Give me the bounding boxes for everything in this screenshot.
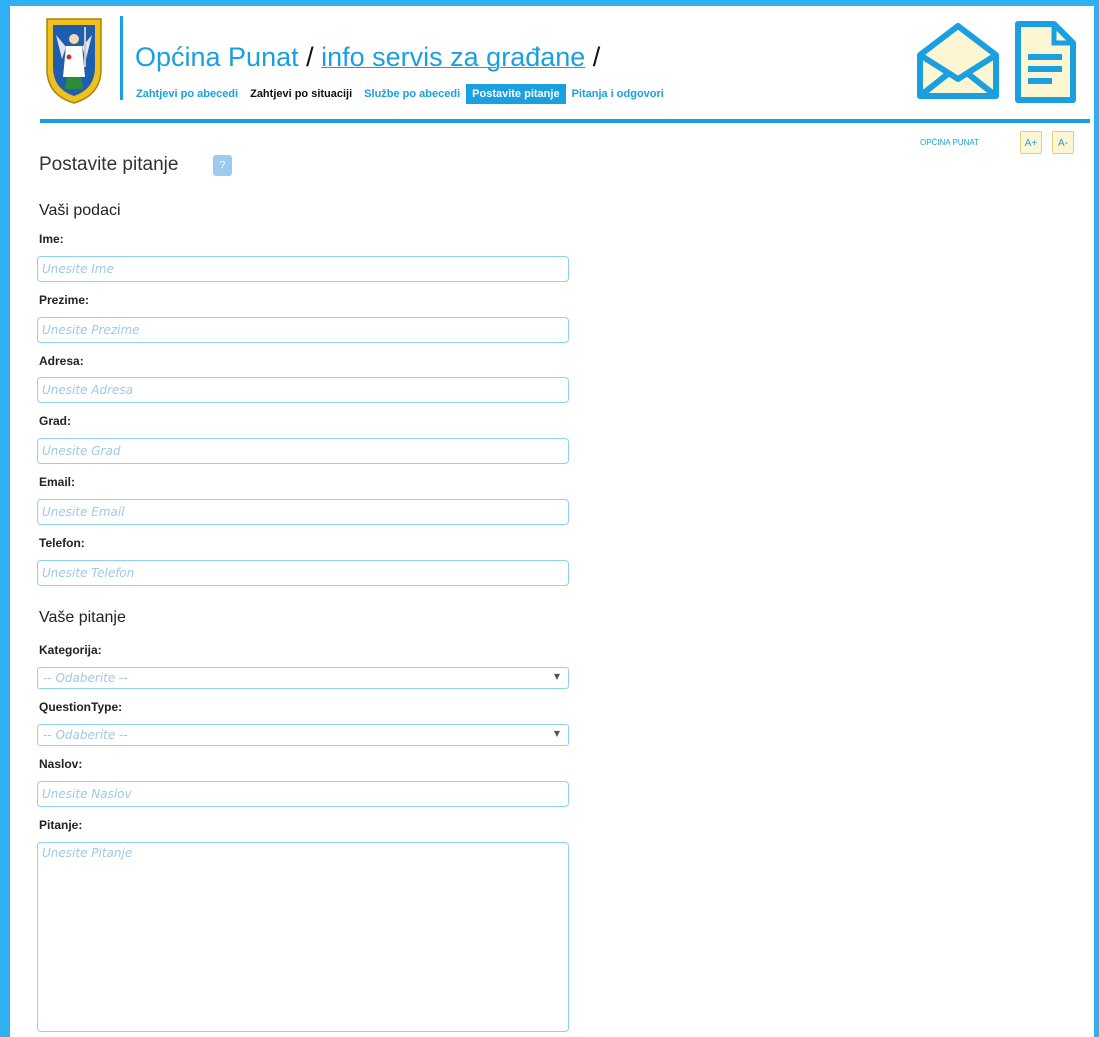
nav-item-sluzbe-po-abecedi[interactable]: Službe po abecedi <box>358 84 466 104</box>
email-label: Email: <box>39 475 76 489</box>
help-icon[interactable]: ? <box>213 155 232 176</box>
prezime-label: Prezime: <box>39 293 90 307</box>
prezime-input[interactable] <box>37 317 569 343</box>
chevron-down-icon: ▼ <box>553 672 560 681</box>
document-icon[interactable] <box>1014 20 1077 104</box>
page: Općina Punat / info servis za građane / … <box>10 6 1094 1037</box>
ime-input[interactable] <box>37 256 569 282</box>
question-type-selected-value: -- Odaberite -- <box>43 728 128 742</box>
nav-item-pitanja-i-odgovori[interactable]: Pitanja i odgovori <box>566 84 670 104</box>
email-input[interactable] <box>37 499 569 525</box>
font-increase-button[interactable]: A+ <box>1020 131 1042 154</box>
chevron-down-icon: ▼ <box>553 729 560 738</box>
grad-input[interactable] <box>37 438 569 464</box>
adresa-label: Adresa: <box>39 354 84 368</box>
nav-item-zahtjevi-po-situaciji[interactable]: Zahtjevi po situaciji <box>244 84 358 104</box>
page-title: Postavite pitanje <box>39 154 179 175</box>
telefon-input[interactable] <box>37 560 569 586</box>
title-separator: / <box>298 42 322 72</box>
nav-item-postavite-pitanje[interactable]: Postavite pitanje <box>466 84 566 104</box>
pitanje-textarea[interactable] <box>37 842 569 1032</box>
question-type-select[interactable]: -- Odaberite -- ▼ <box>37 724 569 746</box>
header-divider <box>120 16 123 100</box>
main-nav: Zahtjevi po abecedi Zahtjevi po situacij… <box>130 84 670 104</box>
adresa-input[interactable] <box>37 377 569 403</box>
service-link[interactable]: info servis za građane <box>321 42 585 72</box>
mail-icon[interactable] <box>915 21 1001 102</box>
nav-item-zahtjevi-po-abecedi[interactable]: Zahtjevi po abecedi <box>130 84 244 104</box>
section-heading-question: Vaše pitanje <box>39 609 126 626</box>
telefon-label: Telefon: <box>39 536 85 550</box>
naslov-label: Naslov: <box>39 757 83 771</box>
coat-of-arms-logo <box>46 18 102 104</box>
naslov-input[interactable] <box>37 781 569 807</box>
municipality-link[interactable]: Općina Punat <box>135 42 299 72</box>
kategorija-selected-value: -- Odaberite -- <box>43 671 128 685</box>
header-rule <box>40 119 1090 123</box>
kategorija-select[interactable]: -- Odaberite -- ▼ <box>37 667 569 689</box>
breadcrumb[interactable]: OPĆINA PUNAT <box>920 138 979 147</box>
section-heading-personal: Vaši podaci <box>39 202 121 219</box>
question-type-label: QuestionType: <box>39 700 123 714</box>
ime-label: Ime: <box>39 232 64 246</box>
site-title: Općina Punat / info servis za građane / <box>135 42 600 72</box>
title-separator: / <box>585 42 601 72</box>
pitanje-label: Pitanje: <box>39 818 83 832</box>
kategorija-label: Kategorija: <box>39 643 102 657</box>
font-decrease-button[interactable]: A- <box>1052 131 1074 154</box>
grad-label: Grad: <box>39 414 72 428</box>
